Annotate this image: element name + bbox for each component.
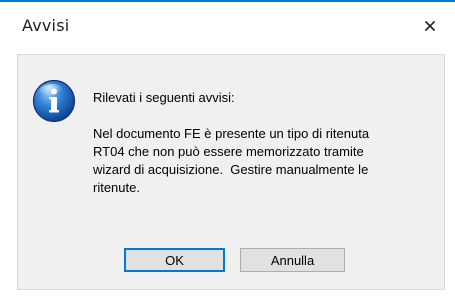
close-button[interactable] bbox=[413, 11, 447, 41]
dialog-message: Nel documento FE è presente un tipo di r… bbox=[93, 125, 403, 197]
info-icon bbox=[32, 79, 76, 123]
close-icon bbox=[425, 21, 435, 31]
message-line: wizard di acquisizione. Gestire manualme… bbox=[93, 162, 369, 177]
message-line: Nel documento FE è presente un tipo di r… bbox=[93, 126, 370, 141]
message-line: ritenute. bbox=[93, 180, 140, 195]
dialog-heading: Rilevati i seguenti avvisi: bbox=[93, 90, 235, 105]
title-bar[interactable]: Avvisi bbox=[0, 2, 455, 48]
alert-dialog: Avvisi Rilevati i seguenti avvisi: Nel d… bbox=[0, 0, 455, 306]
message-line: RT04 che non può essere memorizzato tram… bbox=[93, 144, 364, 159]
dialog-content: Rilevati i seguenti avvisi: Nel document… bbox=[17, 54, 445, 290]
ok-button[interactable]: OK bbox=[124, 248, 225, 272]
cancel-button[interactable]: Annulla bbox=[240, 248, 345, 272]
dialog-title: Avvisi bbox=[22, 16, 70, 35]
